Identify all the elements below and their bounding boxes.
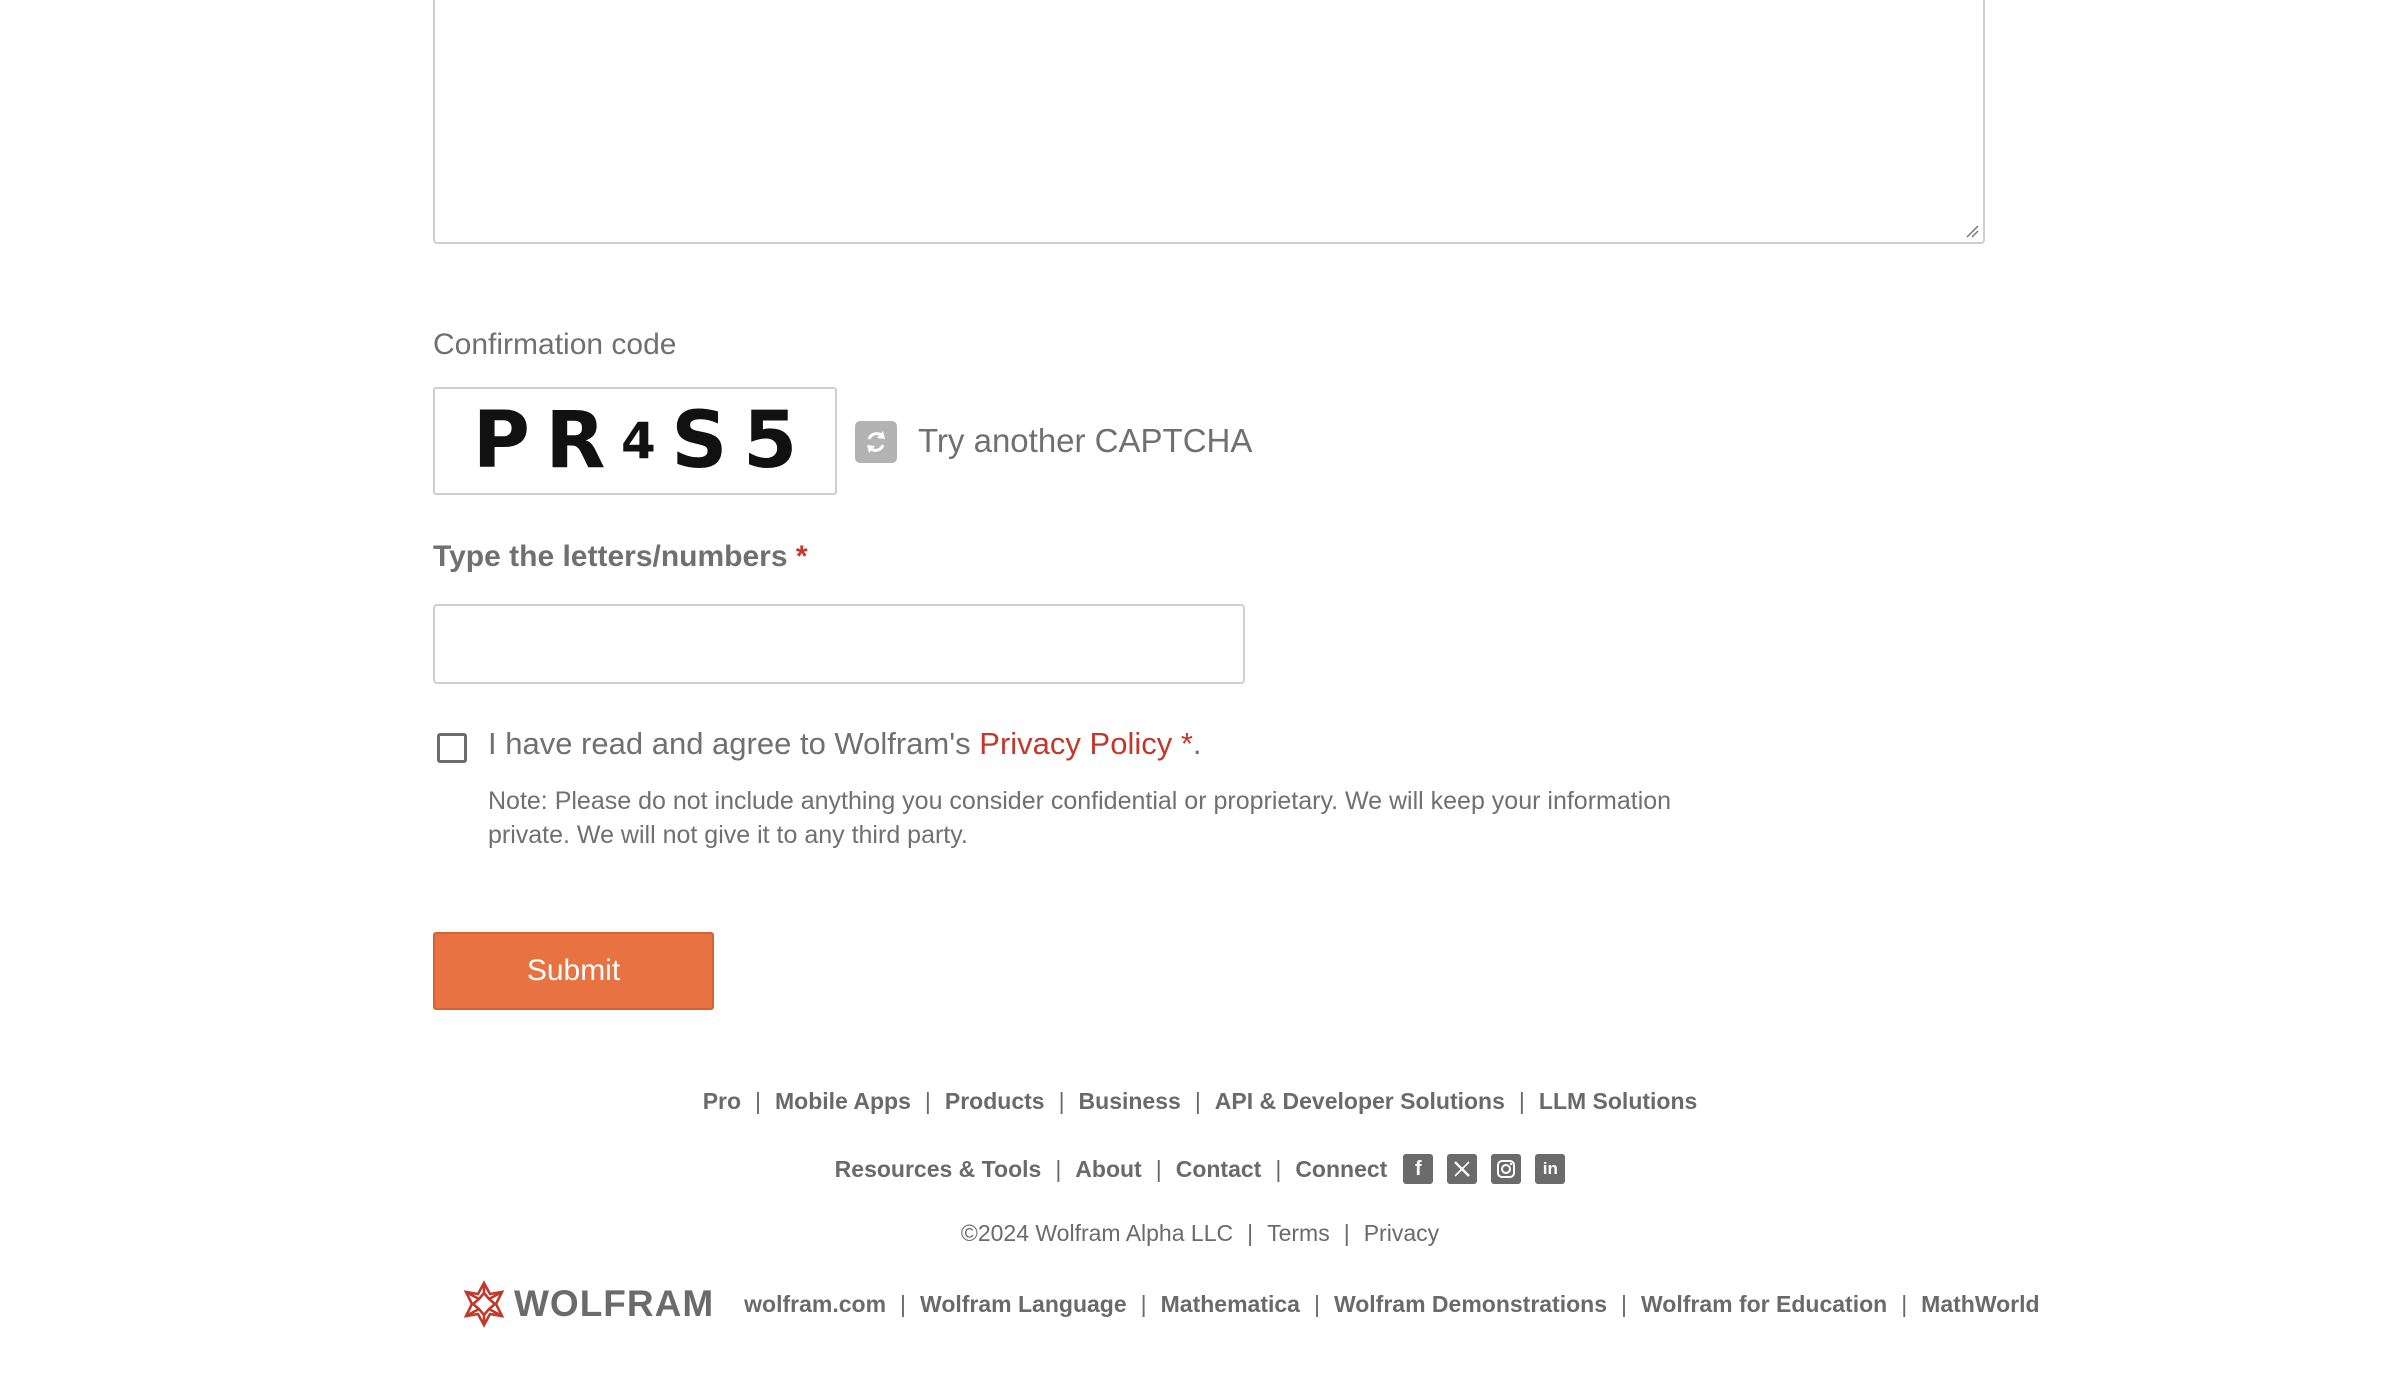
captcha-image: P R 4 S 5 <box>433 387 837 495</box>
facebook-icon[interactable]: f <box>1403 1154 1434 1184</box>
instagram-icon[interactable] <box>1491 1154 1522 1184</box>
link-wolfram-demonstrations[interactable]: Wolfram Demonstrations <box>1334 1291 1607 1318</box>
link-wolfram-language[interactable]: Wolfram Language <box>920 1291 1127 1318</box>
footer-nav-secondary: Resources & Tools | About | Contact | Co… <box>0 1154 2400 1184</box>
separator: | <box>1140 1290 1147 1317</box>
wolfram-logo[interactable]: WOLFRAM <box>460 1280 714 1328</box>
link-mathworld[interactable]: MathWorld <box>1921 1291 2039 1318</box>
separator: | <box>1518 1088 1525 1114</box>
x-twitter-icon[interactable] <box>1447 1154 1478 1184</box>
captcha-char: P <box>472 396 530 486</box>
footer-nav-primary: Pro | Mobile Apps | Products | Business … <box>0 1088 2400 1115</box>
linkedin-icon[interactable]: in <box>1535 1154 1566 1184</box>
separator: | <box>1247 1220 1254 1246</box>
footer-link-llm[interactable]: LLM Solutions <box>1539 1088 1697 1115</box>
separator: | <box>1343 1220 1350 1246</box>
captcha-char: S <box>671 396 728 486</box>
captcha-char: 4 <box>620 412 656 470</box>
agree-prefix: I have read and agree to Wolfram's <box>488 726 980 761</box>
footer-link-business[interactable]: Business <box>1079 1088 1181 1115</box>
separator: | <box>1155 1155 1162 1182</box>
submit-button[interactable]: Submit <box>433 932 714 1010</box>
footer-link-contact[interactable]: Contact <box>1176 1156 1262 1183</box>
footer-link-about[interactable]: About <box>1075 1156 1141 1183</box>
copyright-text: ©2024 Wolfram Alpha LLC <box>960 1220 1234 1246</box>
separator: | <box>1621 1290 1627 1317</box>
captcha-input[interactable] <box>433 604 1245 684</box>
separator: | <box>1194 1088 1201 1114</box>
wolfram-sites-nav: wolfram.com | Wolfram Language | Mathema… <box>744 1291 2039 1318</box>
separator: | <box>1055 1155 1062 1182</box>
privacy-agree-checkbox[interactable] <box>437 733 467 763</box>
captcha-char: 5 <box>742 396 798 486</box>
try-another-captcha-link[interactable]: Try another CAPTCHA <box>918 422 1252 460</box>
page: Confirmation code P R 4 S 5 Try another … <box>0 0 2400 1398</box>
message-textarea[interactable] <box>433 0 1985 244</box>
footer-link-pro[interactable]: Pro <box>703 1088 741 1115</box>
footer-link-connect[interactable]: Connect <box>1295 1156 1387 1183</box>
separator: | <box>924 1088 931 1114</box>
separator: | <box>1901 1290 1908 1317</box>
wolfram-bottom-bar: WOLFRAM wolfram.com | Wolfram Language |… <box>460 1280 2040 1328</box>
separator: | <box>755 1088 762 1114</box>
privacy-note: Note: Please do not include anything you… <box>488 787 1672 849</box>
link-wolfram-education[interactable]: Wolfram for Education <box>1641 1291 1887 1318</box>
footer-link-privacy[interactable]: Privacy <box>1364 1220 1439 1247</box>
footer-link-resources[interactable]: Resources & Tools <box>835 1156 1042 1183</box>
social-links: f in <box>1403 1154 1566 1184</box>
footer-link-products[interactable]: Products <box>945 1088 1045 1115</box>
captcha-input-label: Type the letters/numbers * <box>433 540 808 574</box>
footer-legal: ©2024 Wolfram Alpha LLC | Terms | Privac… <box>0 1220 2400 1247</box>
confirmation-code-label: Confirmation code <box>433 328 677 361</box>
separator: | <box>1058 1088 1065 1114</box>
agree-suffix: . <box>1192 726 1202 761</box>
required-marker: * <box>795 540 808 573</box>
wolfram-logo-text: WOLFRAM <box>514 1283 715 1324</box>
separator: | <box>1313 1290 1320 1317</box>
wolfram-spikey-icon <box>463 1280 505 1328</box>
privacy-agree-label: I have read and agree to Wolfram's Priva… <box>488 726 1202 762</box>
link-mathematica[interactable]: Mathematica <box>1161 1291 1300 1318</box>
link-wolfram-com[interactable]: wolfram.com <box>744 1291 886 1318</box>
resize-grip-icon[interactable] <box>1965 224 1979 238</box>
footer-link-api[interactable]: API & Developer Solutions <box>1215 1088 1505 1115</box>
captcha-char: R <box>545 396 606 486</box>
separator: | <box>1275 1155 1282 1182</box>
privacy-policy-link[interactable]: Privacy Policy * <box>979 726 1193 761</box>
footer-link-mobile-apps[interactable]: Mobile Apps <box>775 1088 911 1115</box>
refresh-captcha-icon[interactable] <box>855 421 897 463</box>
footer-link-terms[interactable]: Terms <box>1267 1220 1330 1247</box>
captcha-input-label-text: Type the letters/numbers <box>433 540 788 573</box>
separator: | <box>900 1290 907 1317</box>
